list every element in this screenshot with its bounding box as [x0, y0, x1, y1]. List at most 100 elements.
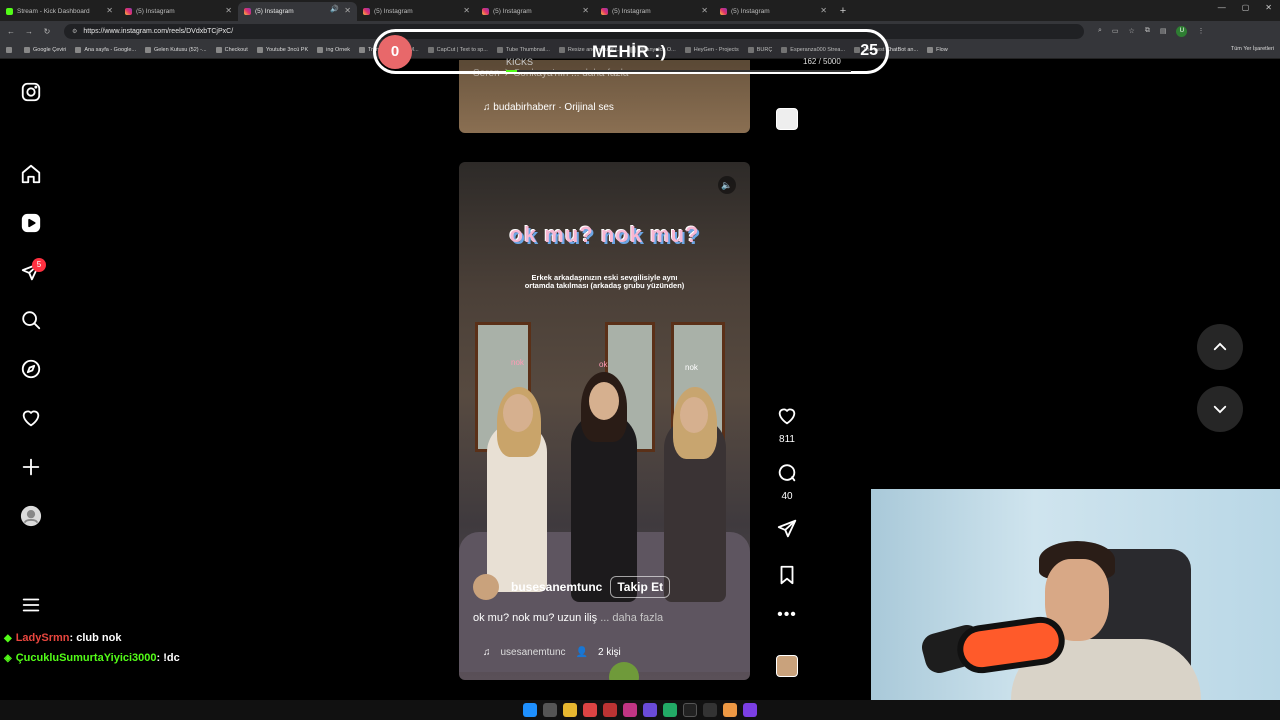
reel-audio-thumbnail[interactable] — [776, 655, 798, 677]
share-action[interactable] — [772, 518, 802, 545]
tagged-people[interactable]: 2 kişi — [598, 647, 621, 658]
close-tab-icon[interactable]: ✕ — [344, 6, 351, 15]
app-icon[interactable] — [703, 703, 717, 717]
share-icon[interactable] — [776, 518, 798, 540]
bookmark-favicon — [927, 46, 934, 53]
audio-label: budabirhaberr · Orijinal ses — [493, 102, 614, 113]
forward-icon[interactable]: → — [22, 27, 36, 36]
app-icon[interactable] — [603, 703, 617, 717]
chrome-icon[interactable] — [723, 703, 737, 717]
follow-button[interactable]: Takip Et — [610, 576, 671, 598]
bookmark-item[interactable]: Checkout — [215, 46, 248, 53]
instagram-app-icon[interactable] — [623, 703, 637, 717]
previous-reel-audio[interactable]: ♫ budabirhaberr · Orijinal ses — [483, 102, 614, 113]
new-tab-button[interactable]: + — [833, 2, 853, 21]
tab-instagram[interactable]: (5) Instagram ✕ — [476, 2, 595, 21]
author-avatar[interactable] — [473, 574, 499, 600]
bookmark-item[interactable]: Ana sayfa - Google... — [75, 46, 136, 53]
save-action[interactable] — [772, 564, 802, 591]
bookmark-item[interactable]: Gelen Kutusu (52) -... — [145, 46, 207, 53]
chat-message: ◆ LadySrmn : club nok — [4, 632, 180, 644]
maximize-icon[interactable]: ▢ — [1242, 3, 1250, 12]
caption-more-link[interactable]: ... daha fazla — [600, 612, 663, 624]
file-explorer-icon[interactable] — [563, 703, 577, 717]
sidepanel-icon[interactable]: ▤ — [1160, 27, 1167, 35]
close-tab-icon[interactable]: ✕ — [582, 6, 589, 15]
bookmark-label: Checkout — [224, 46, 248, 53]
tab-instagram[interactable]: (5) Instagram ✕ — [714, 2, 833, 21]
app-icon[interactable] — [663, 703, 677, 717]
bookmark-item[interactable]: Flow — [927, 46, 948, 53]
like-action[interactable]: 811 — [772, 405, 802, 445]
instagram-icon — [244, 8, 251, 15]
task-view-icon[interactable] — [543, 703, 557, 717]
bookmark-label: Flow — [936, 46, 948, 53]
home-icon[interactable] — [20, 163, 42, 185]
reels-icon[interactable] — [20, 212, 42, 234]
author-username[interactable]: busesanemtunc — [511, 580, 602, 594]
tab-instagram-active[interactable]: (5) Instagram 🔊 ✕ — [238, 2, 357, 21]
search-icon[interactable] — [20, 309, 42, 331]
tab-title: (5) Instagram — [255, 8, 294, 15]
search-icon[interactable]: ⌕ — [1098, 27, 1102, 35]
tab-kick-dashboard[interactable]: Stream - Kick Dashboard ✕ — [0, 2, 119, 21]
menu-icon[interactable]: ⋮ — [1197, 27, 1204, 35]
tab-instagram[interactable]: (5) Instagram ✕ — [119, 2, 238, 21]
tiktok-icon[interactable] — [683, 703, 697, 717]
audio-name[interactable]: usesanemtunc — [501, 647, 566, 658]
close-tab-icon[interactable]: ✕ — [820, 6, 827, 15]
overlay-tag: nok — [511, 358, 524, 367]
comment-action[interactable]: 40 — [772, 462, 802, 502]
reload-icon[interactable]: ↻ — [40, 27, 54, 36]
chevron-down-icon — [1213, 405, 1227, 414]
reel-video[interactable]: ok mu? nok mu? Erkek arkadaşınızın eski … — [459, 162, 750, 680]
bookmark-icon[interactable] — [776, 564, 798, 586]
bookmark-item[interactable]: Google Çeviri — [24, 46, 66, 53]
previous-reel-audio-thumbnail[interactable] — [776, 108, 798, 130]
bookmark-apps-icon[interactable] — [6, 46, 15, 53]
bookmark-star-icon[interactable]: ☆ — [1129, 27, 1135, 35]
site-info-icon[interactable]: ⚙ — [72, 28, 77, 35]
minimize-icon[interactable]: — — [1218, 3, 1226, 12]
kicks-count: 0 — [378, 35, 412, 69]
explore-icon[interactable] — [20, 358, 42, 380]
previous-reel-button[interactable] — [1197, 324, 1243, 370]
reel-caption[interactable]: ok mu? nok mu? uzun iliş ... daha fazla — [473, 612, 663, 624]
tab-title: (5) Instagram — [374, 8, 413, 15]
app-icon[interactable] — [583, 703, 597, 717]
bookmark-favicon — [24, 46, 30, 53]
all-bookmarks-folder[interactable]: Tüm Yer İşaretleri — [1231, 46, 1274, 52]
close-tab-icon[interactable]: ✕ — [463, 6, 470, 15]
close-tab-icon[interactable]: ✕ — [106, 6, 113, 15]
tab-title: (5) Instagram — [612, 8, 651, 15]
create-icon[interactable] — [20, 456, 42, 478]
bookmark-item[interactable]: ing Örnek — [317, 46, 350, 53]
tab-audio-icon[interactable]: 🔊 — [330, 5, 339, 13]
close-tab-icon[interactable]: ✕ — [225, 6, 232, 15]
like-heart-icon[interactable] — [776, 405, 798, 427]
chat-text: : club nok — [69, 632, 122, 644]
app-icon[interactable] — [743, 703, 757, 717]
extensions-icon[interactable]: ⧉ — [1145, 27, 1150, 35]
back-icon[interactable]: ← — [4, 27, 18, 36]
profile-icon[interactable] — [20, 505, 42, 527]
reel-overlay-subtitle: Erkek arkadaşınızın eski sevgilisiyle ay… — [524, 273, 685, 290]
comment-icon[interactable] — [776, 462, 798, 484]
close-window-icon[interactable]: ✕ — [1265, 3, 1272, 12]
profile-avatar-icon[interactable]: U — [1176, 25, 1188, 37]
bookmark-item[interactable]: Youtube 3ncü PK — [256, 46, 308, 53]
more-options-icon[interactable]: ••• — [772, 606, 802, 624]
more-menu-icon[interactable] — [20, 594, 42, 616]
instagram-logo-icon[interactable] — [20, 81, 42, 103]
volume-icon[interactable]: 🔈 — [718, 176, 736, 194]
start-icon[interactable] — [523, 703, 537, 717]
chat-badge-icon: ◆ — [4, 632, 12, 644]
close-tab-icon[interactable]: ✕ — [701, 6, 708, 15]
cast-icon[interactable]: ▭ — [1112, 27, 1119, 35]
tab-instagram[interactable]: (5) Instagram ✕ — [595, 2, 714, 21]
notifications-heart-icon[interactable] — [20, 407, 42, 429]
tab-instagram[interactable]: (5) Instagram ✕ — [357, 2, 476, 21]
toolbar-icons: ⌕ ▭ ☆ ⧉ ▤ U ⋮ — [1098, 25, 1204, 37]
next-reel-button[interactable] — [1197, 386, 1243, 432]
app-icon[interactable] — [643, 703, 657, 717]
